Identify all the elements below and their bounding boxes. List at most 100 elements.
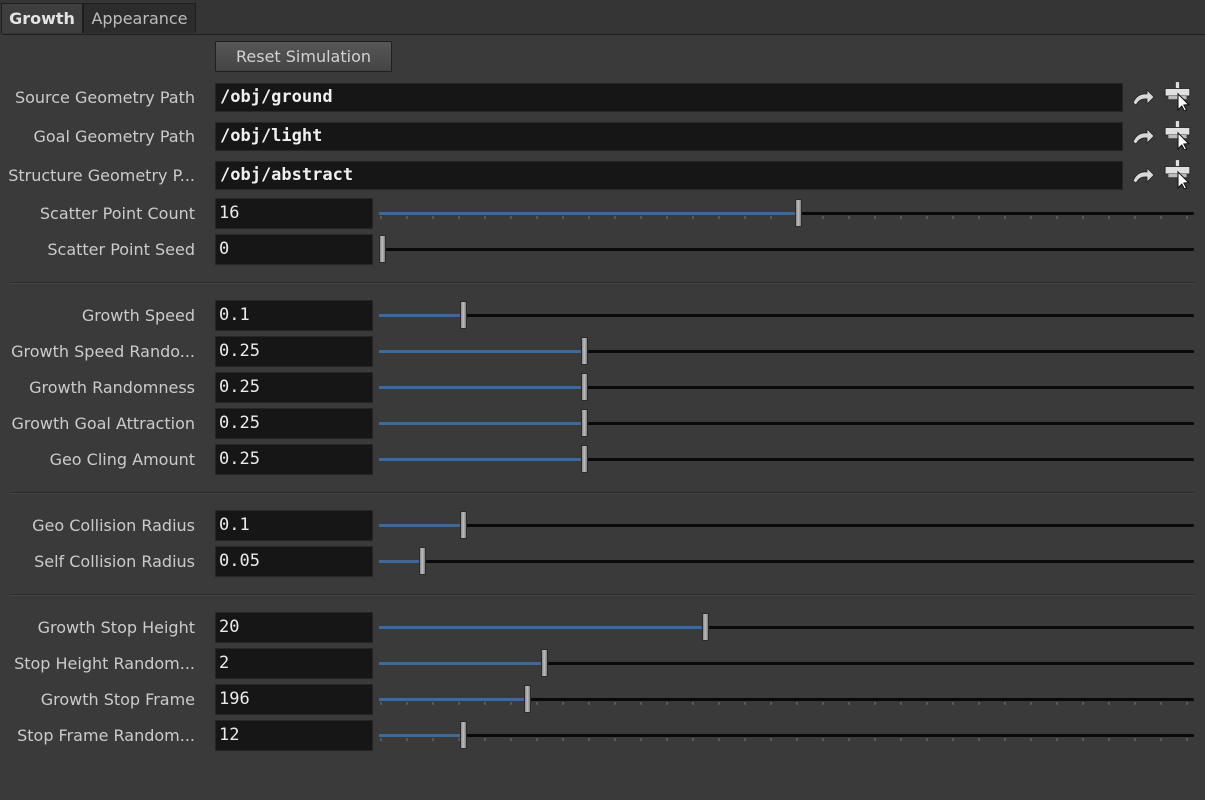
- select-node-icon[interactable]: [1163, 81, 1193, 111]
- slider-track[interactable]: [379, 721, 1194, 749]
- slider-track[interactable]: [379, 547, 1194, 575]
- slider-handle[interactable]: [460, 511, 467, 539]
- param-row-self-collision-radius: Self Collision Radius 0.05: [0, 546, 1205, 578]
- slider-fill: [379, 626, 705, 629]
- param-label: Scatter Point Seed: [47, 240, 195, 259]
- slider-fill: [379, 560, 422, 563]
- param-row-stop-height-random: Stop Height Random... 2: [0, 648, 1205, 680]
- slider-handle[interactable]: [460, 301, 467, 329]
- param-row-growth-stop-height: Growth Stop Height 20: [0, 612, 1205, 644]
- slider-handle[interactable]: [581, 409, 588, 437]
- slider-track[interactable]: [379, 511, 1194, 539]
- slider-handle[interactable]: [419, 547, 426, 575]
- param-row-scatter-point-seed: Scatter Point Seed 0: [0, 234, 1205, 266]
- param-label: Self Collision Radius: [34, 552, 195, 571]
- slider-handle[interactable]: [379, 235, 386, 263]
- slider-handle[interactable]: [524, 685, 531, 713]
- param-label: Stop Height Random...: [14, 654, 195, 673]
- slider-ticks: [380, 702, 1188, 705]
- tab-growth[interactable]: Growth: [1, 3, 83, 33]
- slider-handle[interactable]: [702, 613, 709, 641]
- slider-handle[interactable]: [581, 445, 588, 473]
- jump-to-node-icon[interactable]: [1129, 162, 1157, 190]
- path-row-goal-geometry-path: Goal Geometry Path/obj/light: [0, 120, 1205, 152]
- param-row-geo-cling-amount: Geo Cling Amount 0.25: [0, 444, 1205, 476]
- slider-handle[interactable]: [460, 721, 467, 749]
- param-label: Growth Goal Attraction: [11, 414, 195, 433]
- tab-bar: Growth Appearance: [0, 0, 1205, 35]
- slider-track[interactable]: [379, 685, 1194, 713]
- jump-to-node-icon[interactable]: [1129, 123, 1157, 151]
- slider-track[interactable]: [379, 337, 1194, 365]
- slider-track[interactable]: [379, 373, 1194, 401]
- path-row-source-geometry-path: Source Geometry Path/obj/ground: [0, 81, 1205, 113]
- path-row-structure-geometry-p: Structure Geometry P... /obj/abstract: [0, 159, 1205, 191]
- path-field[interactable]: /obj/ground: [215, 83, 1123, 112]
- slider-fill: [379, 458, 584, 461]
- slider-track[interactable]: [379, 613, 1194, 641]
- value-field[interactable]: 0.1: [215, 300, 373, 331]
- param-label: Growth Speed Rando...: [11, 342, 195, 361]
- slider-fill: [379, 386, 584, 389]
- param-label: Stop Frame Random...: [17, 726, 195, 745]
- value-field[interactable]: 0.25: [215, 408, 373, 439]
- slider-track[interactable]: [379, 301, 1194, 329]
- param-label: Geo Cling Amount: [49, 450, 195, 469]
- value-field[interactable]: 0: [215, 234, 373, 265]
- param-row-growth-speed-rando: Growth Speed Rando... 0.25: [0, 336, 1205, 368]
- param-label: Growth Speed: [81, 306, 195, 325]
- value-field[interactable]: 196: [215, 684, 373, 715]
- slider-handle[interactable]: [581, 373, 588, 401]
- value-field[interactable]: 0.1: [215, 510, 373, 541]
- path-label: Structure Geometry P...: [8, 166, 195, 185]
- param-label: Growth Stop Frame: [40, 690, 195, 709]
- path-label: Source Geometry Path: [14, 88, 195, 107]
- path-field[interactable]: /obj/light: [215, 122, 1123, 151]
- slider-track[interactable]: [379, 409, 1194, 437]
- param-row-growth-goal-attraction: Growth Goal Attraction 0.25: [0, 408, 1205, 440]
- jump-to-node-icon[interactable]: [1129, 84, 1157, 112]
- param-row-geo-collision-radius: Geo Collision Radius 0.1: [0, 510, 1205, 542]
- slider-handle[interactable]: [581, 337, 588, 365]
- path-label: Goal Geometry Path: [33, 127, 195, 146]
- value-field[interactable]: 0.25: [215, 372, 373, 403]
- value-field[interactable]: 0.25: [215, 444, 373, 475]
- slider-fill: [379, 314, 463, 317]
- tab-appearance[interactable]: Appearance: [83, 3, 196, 33]
- slider-ticks: [380, 216, 1188, 219]
- reset-simulation-button[interactable]: Reset Simulation: [215, 41, 392, 72]
- slider-track[interactable]: [379, 445, 1194, 473]
- value-field[interactable]: 0.05: [215, 546, 373, 577]
- param-row-growth-randomness: Growth Randomness 0.25: [0, 372, 1205, 404]
- path-field[interactable]: /obj/abstract: [215, 161, 1123, 190]
- value-field[interactable]: 12: [215, 720, 373, 751]
- value-field[interactable]: 16: [215, 198, 373, 229]
- slider-handle[interactable]: [541, 649, 548, 677]
- slider-track[interactable]: [379, 235, 1194, 263]
- select-node-icon[interactable]: [1163, 159, 1193, 189]
- slider-track[interactable]: [379, 649, 1194, 677]
- param-row-stop-frame-random: Stop Frame Random... 12: [0, 720, 1205, 752]
- slider-handle[interactable]: [795, 199, 802, 227]
- slider-fill: [379, 212, 798, 215]
- value-field[interactable]: 20: [215, 612, 373, 643]
- value-field[interactable]: 2: [215, 648, 373, 679]
- slider-fill: [379, 524, 463, 527]
- slider-fill: [379, 698, 527, 701]
- slider-ticks: [380, 738, 1188, 741]
- slider-track[interactable]: [379, 199, 1194, 227]
- select-node-icon[interactable]: [1163, 120, 1193, 150]
- param-label: Geo Collision Radius: [32, 516, 195, 535]
- param-row-growth-stop-frame: Growth Stop Frame 196: [0, 684, 1205, 716]
- section-divider: [10, 282, 1195, 284]
- param-row-growth-speed: Growth Speed 0.1: [0, 300, 1205, 332]
- slider-fill: [379, 734, 463, 737]
- slider-fill: [379, 422, 584, 425]
- param-row-scatter-point-count: Scatter Point Count 16: [0, 198, 1205, 230]
- value-field[interactable]: 0.25: [215, 336, 373, 367]
- slider-fill: [379, 350, 584, 353]
- section-divider: [10, 594, 1195, 596]
- param-label: Scatter Point Count: [39, 204, 195, 223]
- section-divider: [10, 492, 1195, 494]
- param-label: Growth Stop Height: [37, 618, 195, 637]
